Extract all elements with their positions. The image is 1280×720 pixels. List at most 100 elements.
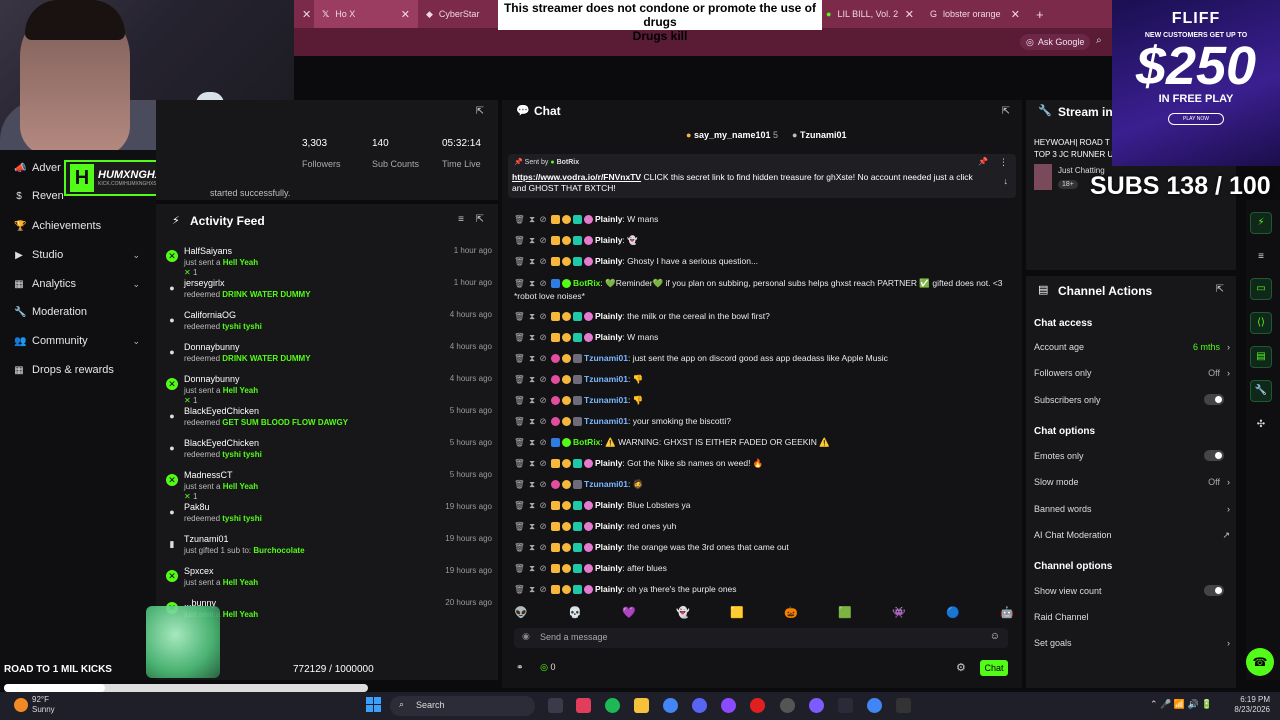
delete-icon[interactable]: 🗑 <box>514 563 525 573</box>
activity-item[interactable]: ✕ Donnaybunny just sent a Hell Yeah ✕ 14 ho… <box>166 374 492 406</box>
activity-username[interactable]: Spxcex <box>184 566 214 576</box>
view-count-toggle[interactable] <box>1204 585 1224 596</box>
timeout-icon[interactable]: ⧗ <box>529 395 535 405</box>
support-icon[interactable]: ☎ <box>1246 648 1274 676</box>
subscribers-only-toggle[interactable] <box>1204 394 1224 405</box>
tab-lobster-orange[interactable]: G lobster orange ✕ <box>922 0 1028 28</box>
discord-icon[interactable] <box>692 698 707 713</box>
activity-username[interactable]: CaliforniaOG <box>184 310 236 320</box>
chat-username[interactable]: Tzunami01 <box>584 479 628 489</box>
chat-username[interactable]: Plainly <box>595 235 622 245</box>
activity-item[interactable]: ● jerseygirlx redeemed DRINK WATER DUMMY 1 … <box>166 278 492 310</box>
ai-moderation-row[interactable]: AI Chat Moderation ↗ <box>1034 530 1230 540</box>
account-age-row[interactable]: Account age 6 mths › <box>1034 342 1230 352</box>
lightning-icon[interactable]: ⚡ <box>1250 212 1272 234</box>
chat-username[interactable]: Plainly <box>595 500 622 510</box>
chat-message[interactable]: 🗑 ⧗ ⊘ Plainly: the orange was the 3rd on… <box>514 542 1018 553</box>
chat-username[interactable]: Plainly <box>595 458 622 468</box>
sidebar-item[interactable]: ▶ Studio ⌄ <box>14 245 144 265</box>
delete-icon[interactable]: 🗑 <box>514 437 525 447</box>
link-icon[interactable]: ⚭ <box>516 662 524 672</box>
ask-google-button[interactable]: ◎ Ask Google <box>1020 34 1091 50</box>
activity-username[interactable]: MadnessCT <box>184 470 233 480</box>
chat-message[interactable]: 🗑 ⧗ ⊘ Tzunami01: 👎 <box>514 395 1018 406</box>
tab-close-icon[interactable]: ✕ <box>905 8 914 21</box>
tab-lil-bill[interactable]: ● LIL BILL, Vol. 2 ✕ <box>818 0 922 28</box>
banned-words-row[interactable]: Banned words › <box>1034 504 1230 514</box>
timeout-icon[interactable]: ⧗ <box>529 374 535 384</box>
delete-icon[interactable]: 🗑 <box>514 395 525 405</box>
timeout-icon[interactable]: ⧗ <box>529 563 535 573</box>
emote-icon[interactable]: 🤖 <box>1000 606 1014 622</box>
emotes-only-row[interactable]: Emotes only <box>1034 450 1230 461</box>
opera-icon[interactable] <box>750 698 765 713</box>
chat-username[interactable]: Plainly <box>595 521 622 531</box>
activity-item[interactable]: ● Donnaybunny redeemed DRINK WATER DUMMY 4 … <box>166 342 492 374</box>
ban-icon[interactable]: ⊘ <box>540 521 547 531</box>
activity-item[interactable]: ● BlackEyedChicken redeemed tyshi tyshi 5 h… <box>166 438 492 470</box>
delete-icon[interactable]: 🗑 <box>514 278 525 288</box>
tab-close-icon[interactable]: ✕ <box>401 8 410 21</box>
delete-icon[interactable]: 🗑 <box>514 521 525 531</box>
tray-icons[interactable]: ⌃ 🎤 📶 🔊 🔋 <box>1150 699 1212 710</box>
delete-icon[interactable]: 🗑 <box>514 584 525 594</box>
chat-message[interactable]: 🗑 ⧗ ⊘ Plainly: after blues <box>514 563 1018 574</box>
app-icon-2[interactable] <box>896 698 911 713</box>
ban-icon[interactable]: ⊘ <box>540 416 547 426</box>
timeout-icon[interactable]: ⧗ <box>529 479 535 489</box>
activity-username[interactable]: jerseygirlx <box>184 278 225 288</box>
sidebar-item[interactable]: 👥 Community ⌄ <box>14 331 144 351</box>
emotes-only-toggle[interactable] <box>1204 450 1224 461</box>
delete-icon[interactable]: 🗑 <box>514 235 525 245</box>
slow-mode-row[interactable]: Slow mode Off › <box>1034 477 1230 487</box>
chat-username[interactable]: BotRix <box>573 437 600 447</box>
chrome-icon[interactable] <box>663 698 678 713</box>
ban-icon[interactable]: ⊘ <box>540 542 547 552</box>
steam-icon[interactable] <box>780 698 795 713</box>
popout-icon[interactable]: ⇱ <box>1002 106 1010 117</box>
list-icon[interactable]: ≡ <box>1250 246 1272 268</box>
new-tab-button[interactable]: + <box>1028 0 1052 28</box>
tab-close-icon[interactable]: ✕ <box>1011 8 1020 21</box>
ban-icon[interactable]: ⊘ <box>540 374 547 384</box>
chat-username[interactable]: Plainly <box>595 214 622 224</box>
send-message-input[interactable]: ◉ Send a message ☺ <box>514 628 1008 648</box>
filter-icon[interactable]: ≡ <box>458 214 464 225</box>
chat-username[interactable]: Tzunami01 <box>584 374 628 384</box>
timeout-icon[interactable]: ⧗ <box>529 278 535 288</box>
chat-message[interactable]: 🗑 ⧗ ⊘ Plainly: oh ya there's the purple … <box>514 584 1018 595</box>
server-icon[interactable]: ▤ <box>1250 346 1272 368</box>
fliff-play-now[interactable]: PLAY NOW <box>1168 113 1224 125</box>
chat-username[interactable]: Tzunami01 <box>584 416 628 426</box>
chat-message[interactable]: 🗑 ⧗ ⊘ Plainly: Blue Lobsters ya <box>514 500 1018 511</box>
wrench-icon[interactable]: 🔧 <box>1250 380 1272 402</box>
expand-down-icon[interactable]: ↓ <box>1004 176 1009 186</box>
activity-username[interactable]: HalfSaiyans <box>184 246 232 256</box>
folder-icon[interactable] <box>634 698 649 713</box>
activity-item[interactable]: ✕ Spxcex just sent a Hell Yeah 19 hours ago <box>166 566 492 598</box>
code-icon[interactable]: ⟨⟩ <box>1250 312 1272 334</box>
spotify-icon[interactable] <box>605 698 620 713</box>
chat-username[interactable]: Plainly <box>595 584 622 594</box>
timeout-icon[interactable]: ⧗ <box>529 235 535 245</box>
delete-icon[interactable]: 🗑 <box>514 374 525 384</box>
chat-message[interactable]: 🗑 ⧗ ⊘ Plainly: red ones yuh <box>514 521 1018 532</box>
app-icon[interactable] <box>721 698 736 713</box>
fliff-ad[interactable]: FLIFF NEW CUSTOMERS GET UP TO $250 IN FR… <box>1112 0 1280 166</box>
chat-message[interactable]: 🗑 ⧗ ⊘ Plainly: Got the Nike sb names on … <box>514 458 1018 469</box>
ban-icon[interactable]: ⊘ <box>540 395 547 405</box>
delete-icon[interactable]: 🗑 <box>514 214 525 224</box>
timeout-icon[interactable]: ⧗ <box>529 521 535 531</box>
taskbar-search[interactable]: ⌕ Search <box>390 696 535 716</box>
activity-username[interactable]: BlackEyedChicken <box>184 438 259 448</box>
delete-icon[interactable]: 🗑 <box>514 458 525 468</box>
set-goals-row[interactable]: Set goals › <box>1034 638 1230 648</box>
raid-channel-row[interactable]: Raid Channel <box>1034 612 1230 622</box>
timeout-icon[interactable]: ⧗ <box>529 458 535 468</box>
terminal-icon[interactable] <box>838 698 853 713</box>
timeout-icon[interactable]: ⧗ <box>529 437 535 447</box>
ban-icon[interactable]: ⊘ <box>540 353 547 363</box>
puzzle-icon[interactable]: ✣ <box>1250 414 1272 436</box>
ban-icon[interactable]: ⊘ <box>540 214 547 224</box>
obs-icon[interactable] <box>809 698 824 713</box>
